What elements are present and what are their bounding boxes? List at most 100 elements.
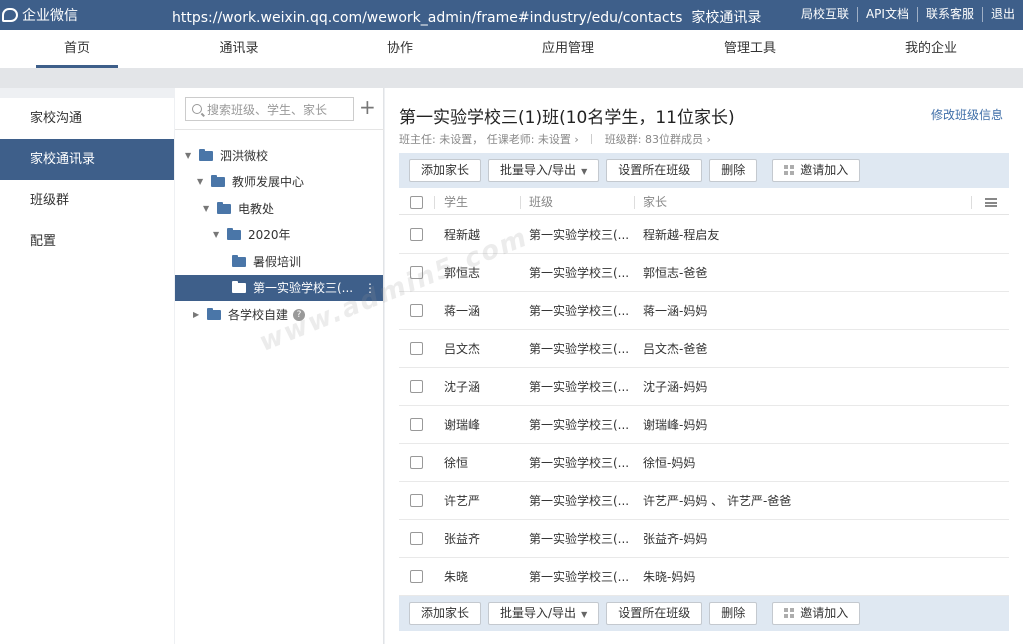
logo[interactable]: 企业微信 <box>2 6 78 24</box>
edit-class-info-link[interactable]: 修改班级信息 <box>931 106 1003 123</box>
row-checkbox[interactable] <box>410 266 423 279</box>
column-header-student[interactable]: 学生 <box>444 190 468 215</box>
row-checkbox[interactable] <box>410 456 423 469</box>
row-checkbox[interactable] <box>410 228 423 241</box>
caret-down-icon[interactable]: ▼ <box>185 143 197 169</box>
url-text: https://work.weixin.qq.com/wework_admin/… <box>172 10 683 26</box>
link-contact-support[interactable]: 联系客服 <box>916 7 982 22</box>
tab-contacts[interactable]: 通讯录 <box>204 30 274 68</box>
tree-node-class-selected[interactable]: 第一实验学校三(... ⋮ <box>175 275 383 301</box>
more-options-icon[interactable]: ⋮ <box>364 275 376 301</box>
cell-class: 第一实验学校三(... <box>529 494 630 508</box>
help-icon[interactable]: ? <box>293 309 306 321</box>
tree-node-label: 教师发展中心 <box>232 175 305 189</box>
caret-down-icon[interactable]: ▼ <box>213 222 225 248</box>
table-row[interactable]: 谢瑞峰 第一实验学校三(... 谢瑞峰-妈妈 <box>399 406 1009 444</box>
tree-node-summer-training[interactable]: 暑假培训 <box>230 249 384 275</box>
tab-my-enterprise[interactable]: 我的企业 <box>895 30 967 68</box>
cell-student: 郭恒志 <box>444 266 481 280</box>
invite-button[interactable]: 邀请加入 <box>772 602 861 625</box>
cell-parents: 郭恒志-爸爸 <box>643 266 708 280</box>
cell-parents: 许艺严-妈妈 、 许艺严-爸爸 <box>643 494 792 508</box>
tree-node-sihong[interactable]: ▼ 泗洪微校 <box>185 143 384 169</box>
cell-class: 第一实验学校三(... <box>529 304 630 318</box>
column-settings-icon[interactable] <box>985 198 997 207</box>
delete-button[interactable]: 删除 <box>709 602 758 625</box>
table-row[interactable]: 吕文杰 第一实验学校三(... 吕文杰-爸爸 <box>399 330 1009 368</box>
row-checkbox[interactable] <box>410 418 423 431</box>
invite-button[interactable]: 邀请加入 <box>772 159 861 182</box>
tree-node-2020[interactable]: ▼ 2020年 <box>213 222 384 248</box>
table-row[interactable]: 许艺严 第一实验学校三(... 许艺严-妈妈 、 许艺严-爸爸 <box>399 482 1009 520</box>
tree-node-edu-tech[interactable]: ▼ 电教处 <box>203 196 384 222</box>
delete-button[interactable]: 删除 <box>709 159 758 182</box>
teachers-info-link[interactable]: 任课老师: 未设置 › <box>487 133 579 146</box>
table-row[interactable]: 沈子涵 第一实验学校三(... 沈子涵-妈妈 <box>399 368 1009 406</box>
page-url: https://work.weixin.qq.com/wework_admin/… <box>172 7 761 27</box>
set-class-button[interactable]: 设置所在班级 <box>606 602 703 625</box>
link-school-connect[interactable]: 局校互联 <box>793 7 857 22</box>
sidebar-item-home-school-comm[interactable]: 家校沟通 <box>0 98 174 139</box>
add-parent-button[interactable]: 添加家长 <box>409 602 482 625</box>
row-checkbox[interactable] <box>410 342 423 355</box>
tab-home[interactable]: 首页 <box>36 30 118 68</box>
cell-parents: 吕文杰-爸爸 <box>643 342 708 356</box>
tree-node-teacher-center[interactable]: ▼ 教师发展中心 <box>197 169 384 195</box>
cell-student: 徐恒 <box>444 456 469 470</box>
column-divider <box>971 196 972 209</box>
tree-node-label: 暑假培训 <box>253 255 302 269</box>
add-parent-button[interactable]: 添加家长 <box>409 159 482 182</box>
main-panel: 第一实验学校三(1)班(10名学生，11位家长) 修改班级信息 班主任: 未设置… <box>385 88 1023 644</box>
set-class-button[interactable]: 设置所在班级 <box>606 159 703 182</box>
sidebar-item-home-school-contacts[interactable]: 家校通讯录 <box>0 139 174 180</box>
teachers-info: 任课老师: 未设置 <box>486 133 571 146</box>
select-all-checkbox[interactable] <box>410 196 423 209</box>
sidebar-item-class-groups[interactable]: 班级群 <box>0 180 174 221</box>
chevron-right-icon: › <box>706 133 711 146</box>
table-row[interactable]: 蒋一涵 第一实验学校三(... 蒋一涵-妈妈 <box>399 292 1009 330</box>
cell-class: 第一实验学校三(... <box>529 228 630 242</box>
cell-student: 蒋一涵 <box>444 304 481 318</box>
cell-class: 第一实验学校三(... <box>529 456 630 470</box>
tab-management-tools[interactable]: 管理工具 <box>714 30 786 68</box>
row-checkbox[interactable] <box>410 494 423 507</box>
sidebar-item-config[interactable]: 配置 <box>0 221 174 262</box>
column-divider <box>634 196 635 209</box>
link-logout[interactable]: 退出 <box>981 7 1023 22</box>
cell-student: 程新越 <box>444 228 481 242</box>
cell-student: 沈子涵 <box>444 380 481 394</box>
column-header-parents[interactable]: 家长 <box>643 190 667 215</box>
row-checkbox[interactable] <box>410 532 423 545</box>
caret-right-icon[interactable]: ▶ <box>193 302 205 328</box>
table-row[interactable]: 张益齐 第一实验学校三(... 张益齐-妈妈 <box>399 520 1009 558</box>
tab-app-management[interactable]: 应用管理 <box>532 30 604 68</box>
folder-icon <box>207 308 221 320</box>
caret-down-icon[interactable]: ▼ <box>203 196 215 222</box>
nav-divider <box>0 68 1023 88</box>
table-row[interactable]: 徐恒 第一实验学校三(... 徐恒-妈妈 <box>399 444 1009 482</box>
link-api-docs[interactable]: API文档 <box>856 7 917 22</box>
tree-search-input[interactable]: 搜索班级、学生、家长 <box>185 97 354 121</box>
tree-node-label: 第一实验学校三(... <box>253 281 354 295</box>
table-row[interactable]: 郭恒志 第一实验学校三(... 郭恒志-爸爸 <box>399 254 1009 292</box>
page-title: 第一实验学校三(1)班(10名学生，11位家长) <box>399 108 735 128</box>
import-export-button[interactable]: 批量导入/导出 ▼ <box>488 602 600 625</box>
column-header-class[interactable]: 班级 <box>529 190 553 215</box>
row-checkbox[interactable] <box>410 304 423 317</box>
top-toolbar: 添加家长 批量导入/导出 ▼ 设置所在班级 删除 邀请加入 <box>399 153 1009 188</box>
import-export-button[interactable]: 批量导入/导出 ▼ <box>488 159 600 182</box>
tab-collaboration[interactable]: 协作 <box>375 30 425 68</box>
caret-down-icon[interactable]: ▼ <box>197 169 209 195</box>
tree-node-school-built[interactable]: ▶ 各学校自建 ? <box>193 302 384 328</box>
caret-down-icon: ▼ <box>581 167 588 176</box>
cell-parents: 朱晓-妈妈 <box>643 570 696 584</box>
bottom-toolbar: 添加家长 批量导入/导出 ▼ 设置所在班级 删除 邀请加入 <box>399 596 1009 631</box>
cell-parents: 蒋一涵-妈妈 <box>643 304 708 318</box>
group-info-link[interactable]: 班级群: 83位群成员 › <box>605 133 711 146</box>
row-checkbox[interactable] <box>410 570 423 583</box>
table-row[interactable]: 程新越 第一实验学校三(... 程新越-程启友 <box>399 216 1009 254</box>
plus-icon[interactable]: + <box>359 97 376 117</box>
table-row[interactable]: 朱晓 第一实验学校三(... 朱晓-妈妈 <box>399 558 1009 596</box>
row-checkbox[interactable] <box>410 380 423 393</box>
cell-parents: 程新越-程启友 <box>643 228 720 242</box>
